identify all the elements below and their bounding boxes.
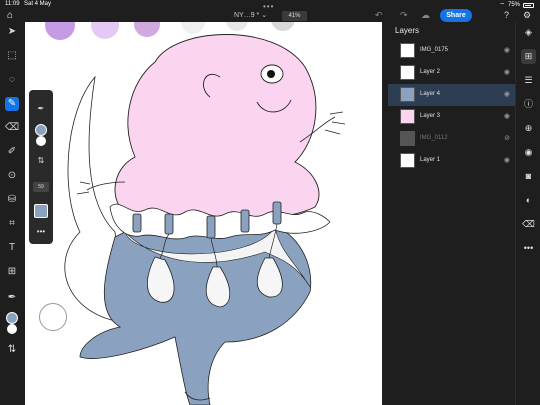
- more-options-icon[interactable]: •••: [34, 227, 48, 236]
- strap-1: [132, 213, 142, 233]
- palette-blob-mauve: [134, 22, 160, 37]
- place-image-tool-icon[interactable]: ⊞: [5, 265, 19, 279]
- creature-pupil: [267, 70, 275, 78]
- layer-thumbnail: [400, 87, 415, 102]
- palette-blob-lilac: [91, 22, 119, 39]
- select-tool-icon[interactable]: ➤: [5, 25, 19, 39]
- strap-2: [164, 213, 174, 235]
- layer-name: Layer 1: [420, 157, 441, 163]
- layer-thumbnail: [400, 109, 415, 124]
- artwork: [45, 22, 346, 405]
- layer-name: IMG_0175: [420, 47, 449, 53]
- eye-icon[interactable]: ◉: [504, 68, 510, 76]
- eye-icon[interactable]: ◉: [504, 156, 510, 164]
- secondary-color-swatch[interactable]: [7, 324, 17, 334]
- crop-tool-icon[interactable]: ⌗: [5, 217, 19, 231]
- layer-row[interactable]: Layer 3 ◉: [388, 106, 515, 128]
- brush-primary-color[interactable]: [35, 124, 47, 136]
- visibility-icon[interactable]: ◉: [521, 145, 536, 160]
- fx-icon[interactable]: ◐: [521, 193, 536, 208]
- eye-icon[interactable]: ◉: [504, 112, 510, 120]
- layer-row-selected[interactable]: Layer 4 ◉: [388, 84, 515, 106]
- layers-icon[interactable]: ◈: [521, 25, 536, 40]
- swap-colors-icon[interactable]: ⇅: [5, 343, 19, 357]
- brush-size-value[interactable]: 59: [33, 182, 49, 192]
- zoom-level[interactable]: 41%: [282, 11, 307, 21]
- lasso-tool-icon[interactable]: ◌: [5, 73, 19, 87]
- palette-blob-grey2: [271, 22, 295, 31]
- more-icon[interactable]: •••: [521, 241, 536, 256]
- layers-panel: Layers IMG_0175 ◉ Layer 2 ◉ Layer 4 ◉ La…: [388, 22, 515, 405]
- adjustments-icon[interactable]: ☰: [521, 73, 536, 88]
- layer-name: Layer 4: [420, 91, 441, 97]
- add-icon[interactable]: ⊕: [521, 121, 536, 136]
- layer-row[interactable]: Layer 2 ◉: [388, 62, 515, 84]
- layer-row[interactable]: IMG_0175 ◉: [388, 40, 515, 62]
- strap-5: [272, 201, 282, 225]
- brush-cursor: [39, 303, 67, 331]
- home-icon[interactable]: ⌂: [7, 10, 13, 21]
- cloud-icon[interactable]: ☁: [421, 10, 430, 21]
- share-button[interactable]: Share: [440, 9, 472, 22]
- eye-hidden-icon[interactable]: ⊘: [504, 134, 510, 142]
- layers-title: Layers: [395, 26, 420, 35]
- redo-icon[interactable]: ↷: [400, 10, 408, 21]
- brush-color-button[interactable]: [34, 204, 48, 218]
- eye-icon[interactable]: ◉: [504, 46, 510, 54]
- document-title[interactable]: NY…9 * ⌄: [234, 11, 267, 19]
- layer-thumbnail: [400, 43, 415, 58]
- brush-settings-panel: ✒ ⇅ 59 •••: [29, 90, 53, 244]
- info-icon[interactable]: ⓘ: [521, 97, 536, 112]
- mask-icon[interactable]: ◙: [521, 169, 536, 184]
- left-toolbar: ➤ ⬚ ◌ ✎ ⌫ ✐ ⊙ ⛁ ⌗ T ⊞ ✒ ⇅: [0, 22, 24, 405]
- document-title-text: NY…9 *: [234, 12, 260, 19]
- chevron-down-icon: ⌄: [261, 12, 268, 19]
- eraser-tool-icon[interactable]: ⌫: [5, 121, 19, 135]
- eyedropper-icon[interactable]: ✒: [34, 104, 48, 113]
- type-tool-icon[interactable]: T: [5, 241, 19, 255]
- strap-3: [206, 215, 216, 239]
- multitask-handle[interactable]: •••: [263, 2, 274, 11]
- history-icon[interactable]: ⌫: [521, 217, 536, 232]
- eye-icon[interactable]: ◉: [504, 90, 510, 98]
- add-layer-icon[interactable]: ⊞: [521, 49, 536, 64]
- palette-blob-white: [181, 22, 205, 34]
- smudge-tool-icon[interactable]: ✐: [5, 145, 19, 159]
- layer-thumbnail: [400, 131, 415, 146]
- settings-icon[interactable]: ⚙: [523, 10, 531, 21]
- swap-colors-icon[interactable]: ⇅: [34, 156, 48, 165]
- primary-color-swatch[interactable]: [6, 312, 18, 324]
- drawing-canvas[interactable]: [25, 22, 382, 405]
- creature-pink-body: [114, 34, 320, 223]
- layer-row[interactable]: IMG_0112 ⊘: [388, 128, 515, 150]
- palette-blob-purple: [45, 22, 75, 40]
- clone-tool-icon[interactable]: ⊙: [5, 169, 19, 183]
- layer-name: Layer 2: [420, 69, 441, 75]
- layer-name: Layer 3: [420, 113, 441, 119]
- undo-icon[interactable]: ↶: [375, 10, 383, 21]
- brush-secondary-color[interactable]: [36, 136, 46, 146]
- layer-row[interactable]: Layer 1 ◉: [388, 150, 515, 172]
- status-date: Sat 4 May: [24, 1, 52, 7]
- palette-blob-grey: [226, 22, 248, 31]
- fill-tool-icon[interactable]: ⛁: [5, 193, 19, 207]
- brush-tool-icon[interactable]: ✎: [5, 97, 19, 111]
- transform-tool-icon[interactable]: ⬚: [5, 49, 19, 63]
- right-rail: ◈ ⊞ ☰ ⓘ ⊕ ◉ ◙ ◐ ⌫ •••: [515, 22, 540, 405]
- help-icon[interactable]: ?: [504, 10, 509, 20]
- strap-4: [240, 209, 250, 233]
- layer-name: IMG_0112: [420, 135, 448, 141]
- battery-icon: [523, 2, 534, 8]
- layer-thumbnail: [400, 65, 415, 80]
- layer-thumbnail: [400, 153, 415, 168]
- eyedropper-tool-icon[interactable]: ✒: [5, 291, 19, 305]
- status-time: 11:09: [5, 1, 20, 7]
